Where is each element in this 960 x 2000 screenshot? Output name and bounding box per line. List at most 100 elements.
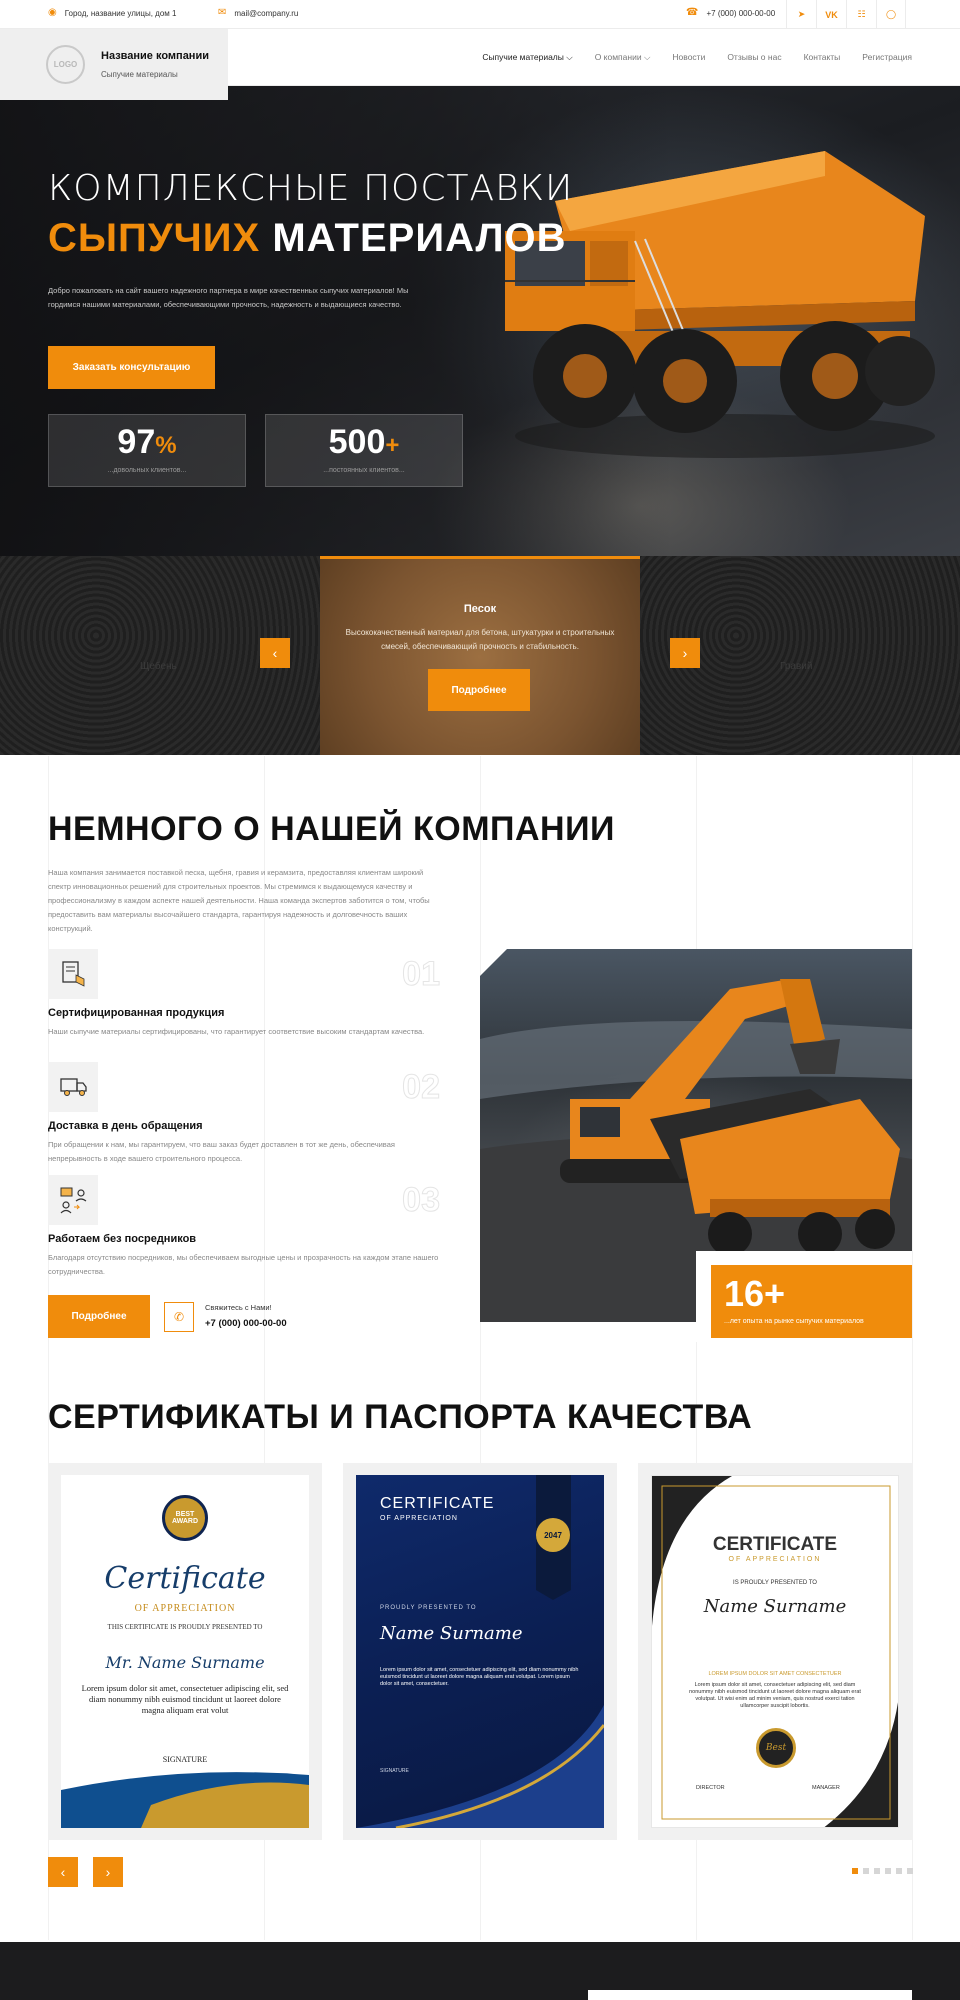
- cert-presented: PROUDLY PRESENTED TO: [380, 1605, 477, 1611]
- stat-value: 97%: [117, 423, 177, 461]
- certificate-image: BEST AWARD Certificate OF APPRECIATION T…: [61, 1475, 309, 1828]
- footer-form-edge: [588, 1990, 912, 2000]
- pagination-dot[interactable]: [885, 1868, 891, 1874]
- pagination-dot[interactable]: [863, 1868, 869, 1874]
- feature-title: Работаем без посредников: [48, 1233, 197, 1245]
- chevron-right-icon: ›: [682, 645, 688, 661]
- cert-subtitle: OF APPRECIATION: [728, 1556, 822, 1563]
- contact-label: Свяжитесь с Нами!: [205, 1303, 272, 1312]
- pagination-dot[interactable]: [852, 1868, 858, 1874]
- menu-item-registration[interactable]: Регистрация: [862, 52, 912, 63]
- certificate-image: CERTIFICATE OF APPRECIATION 2047 PROUDLY…: [356, 1475, 604, 1828]
- stat-regular-clients: 500+ ...постоянных клиентов...: [265, 414, 463, 487]
- cert-presented: IS PROUDLY PRESENTED TO: [733, 1580, 817, 1586]
- consultation-button[interactable]: Заказать консультацию: [48, 346, 215, 389]
- pagination-dot[interactable]: [874, 1868, 880, 1874]
- phone-icon[interactable]: ✆: [164, 1302, 194, 1332]
- chevron-down-icon: ⌵: [566, 52, 573, 62]
- phone-block[interactable]: ☎ +7 (000) 000-00-00: [686, 8, 775, 18]
- email-block[interactable]: ✉ mail@company.ru: [218, 8, 298, 18]
- cert-name: Name Surname: [703, 1596, 847, 1617]
- feature-certified: 01 Сертифицированная продукция Наши сыпу…: [48, 949, 440, 1059]
- menu-item-news[interactable]: Новости: [672, 52, 705, 63]
- slider-next-button[interactable]: ›: [670, 638, 700, 668]
- cert-signature: SIGNATURE: [162, 1755, 208, 1764]
- menu-item-about[interactable]: О компании ⌵: [595, 52, 651, 63]
- slide-more-button[interactable]: Подробнее: [428, 669, 530, 711]
- vk-icon[interactable]: VK: [816, 0, 846, 29]
- address-text: Город, название улицы, дом 1: [64, 8, 177, 18]
- brand-block[interactable]: LOGO Название компании Сыпучие материалы: [0, 29, 228, 100]
- hero-section: КОМПЛЕКСНЫЕ ПОСТАВКИ СЫПУЧИХ МАТЕРИАЛОВ …: [0, 86, 960, 556]
- cert-sign-left: DIRECTOR: [696, 1785, 725, 1791]
- slide-sand: Песок Высококачественный материал для бе…: [320, 556, 640, 755]
- slide-ghost-title: Гравий: [780, 661, 813, 672]
- cert-year: 2047: [544, 1531, 562, 1540]
- menu-item-materials[interactable]: Сыпучие материалы ⌵: [482, 52, 572, 63]
- cert-sign-right: MANAGER: [812, 1785, 840, 1791]
- chevron-left-icon: ‹: [60, 1864, 66, 1880]
- menu-item-contacts[interactable]: Контакты: [804, 52, 841, 63]
- cert-title: CERTIFICATE: [380, 1495, 495, 1512]
- company-name: Название компании: [101, 50, 209, 62]
- stat-value: 500+: [328, 423, 400, 461]
- about-heading: НЕМНОГО О НАШЕЙ КОМПАНИИ: [48, 810, 615, 848]
- pagination-dot[interactable]: [896, 1868, 902, 1874]
- feature-text: При обращении к нам, мы гарантируем, что…: [48, 1140, 395, 1163]
- certificate-box-icon: [48, 949, 98, 999]
- delivery-truck-icon: [48, 1062, 98, 1112]
- pagination-dot[interactable]: [907, 1868, 913, 1874]
- location-pin-icon: ◉: [48, 7, 57, 18]
- cert-title: Certificate: [104, 1561, 266, 1596]
- menu-item-reviews[interactable]: Отзывы о нас: [727, 52, 781, 63]
- menu: Сыпучие материалы ⌵ О компании ⌵ Новости…: [482, 52, 912, 63]
- feature-no-middleman: 03 Работаем без посредников Благодаря от…: [48, 1175, 440, 1285]
- certificate-card[interactable]: CERTIFICATE OF APPRECIATION 2047 PROUDLY…: [343, 1463, 617, 1840]
- cert-lorem-heading: LOREM IPSUM DOLOR SIT AMET CONSECTETUER: [708, 1671, 842, 1677]
- about-more-button[interactable]: Подробнее: [48, 1295, 150, 1338]
- slide-ghost-title: Щебень: [140, 661, 177, 672]
- cert-subtitle: OF APPRECIATION: [134, 1603, 236, 1614]
- odnoklassniki-icon[interactable]: ☷: [846, 0, 876, 29]
- experience-value: 16+: [724, 1273, 786, 1314]
- certificates-heading: СЕРТИФИКАТЫ И ПАСПОРТА КАЧЕСТВА: [48, 1398, 753, 1436]
- chevron-left-icon: ‹: [272, 645, 278, 661]
- materials-slider: Щебень Песок Высококачественный материал…: [0, 556, 960, 755]
- cert-presented: THIS CERTIFICATE IS PROUDLY PRESENTED TO: [107, 1623, 263, 1631]
- certificate-card[interactable]: CERTIFICATE OF APPRECIATION IS PROUDLY P…: [638, 1463, 912, 1840]
- stat-satisfied-clients: 97% ...довольных клиентов...: [48, 414, 246, 487]
- company-tagline: Сыпучие материалы: [101, 70, 178, 79]
- cert-body: Lorem ipsum dolor sit amet, consectetuer…: [689, 1682, 861, 1709]
- no-middleman-icon: [48, 1175, 98, 1225]
- hero-description: Добро пожаловать на сайт вашего надежног…: [48, 286, 409, 309]
- company-logo[interactable]: LOGO: [46, 45, 85, 84]
- cert-title: CERTIFICATE: [712, 1534, 838, 1555]
- certificates-prev-button[interactable]: ‹: [48, 1857, 78, 1887]
- mail-icon: ✉: [218, 7, 227, 18]
- social-links: ➤ VK ☷ ◯: [786, 0, 906, 29]
- stat-label: ...постоянных клиентов...: [323, 467, 405, 474]
- about-text: Наша компания занимается поставкой песка…: [48, 868, 430, 933]
- certificate-image: CERTIFICATE OF APPRECIATION IS PROUDLY P…: [651, 1475, 899, 1828]
- contact-phone[interactable]: +7 (000) 000-00-00: [205, 1318, 287, 1329]
- feature-title: Доставка в день обращения: [48, 1120, 203, 1132]
- email-link[interactable]: mail@company.ru: [234, 9, 298, 18]
- feature-delivery: 02 Доставка в день обращения При обращен…: [48, 1062, 440, 1172]
- whatsapp-icon[interactable]: ◯: [876, 0, 906, 29]
- grid-line: [912, 756, 913, 1940]
- address-block: ◉ Город, название улицы, дом 1: [48, 8, 176, 18]
- phone-link[interactable]: +7 (000) 000-00-00: [706, 9, 775, 18]
- certificates-next-button[interactable]: ›: [93, 1857, 123, 1887]
- slider-prev-button[interactable]: ‹: [260, 638, 290, 668]
- hero-title-line1: КОМПЛЕКСНЫЕ ПОСТАВКИ: [48, 168, 574, 209]
- feature-title: Сертифицированная продукция: [48, 1007, 225, 1019]
- feature-number: 02: [402, 1068, 441, 1107]
- feature-number: 03: [402, 1181, 441, 1220]
- hero-title-line2: СЫПУЧИХ МАТЕРИАЛОВ: [48, 216, 567, 261]
- slide-title: Песок: [463, 603, 497, 615]
- cert-medal: Best: [756, 1728, 796, 1768]
- certificate-card[interactable]: BEST AWARD Certificate OF APPRECIATION T…: [48, 1463, 322, 1840]
- top-bar: ◉ Город, название улицы, дом 1 ✉ mail@co…: [0, 0, 960, 29]
- phone-icon: ☎: [686, 7, 699, 18]
- telegram-icon[interactable]: ➤: [786, 0, 816, 29]
